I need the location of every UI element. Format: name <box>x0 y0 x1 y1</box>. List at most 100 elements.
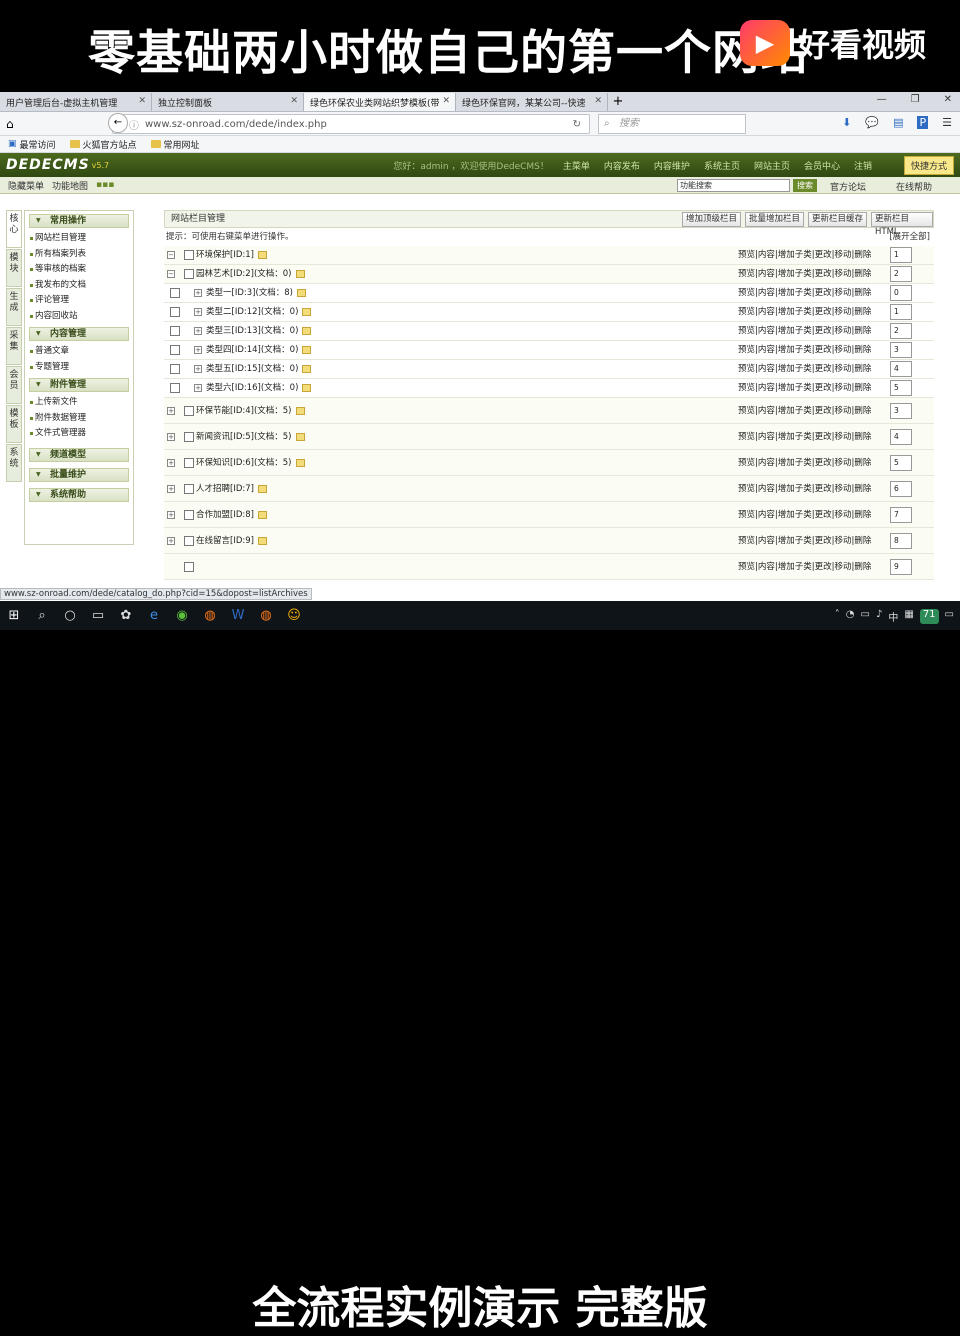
vtab-member[interactable]: 会员 <box>6 366 22 404</box>
add-top-category-button[interactable]: 增加顶级栏目 <box>682 212 742 227</box>
sidebar-item-upload[interactable]: 上传新文件 <box>25 395 133 411</box>
notification-icon[interactable]: ▭ <box>945 609 954 624</box>
function-search-input[interactable]: 功能搜索 <box>677 179 790 192</box>
home-icon[interactable]: ⌂ <box>6 117 14 131</box>
ime-indicator[interactable]: 中 <box>888 609 898 624</box>
back-icon[interactable]: ← <box>108 113 128 133</box>
edit-icon[interactable] <box>297 288 306 297</box>
sort-order-input[interactable]: 3 <box>890 402 912 419</box>
table-row[interactable]: + 类型三[ID:13](文档：0) 预览|内容|增加子类|更改|移动|删除 2 <box>164 322 934 341</box>
maximize-icon[interactable]: ❐ <box>911 94 920 105</box>
quick-menu-button[interactable]: 快捷方式 <box>903 156 954 175</box>
cortana-icon[interactable]: ○ <box>56 602 84 630</box>
sort-order-input[interactable]: 8 <box>890 532 912 549</box>
row-actions[interactable]: 预览|内容|增加子类|更改|移动|删除 <box>738 528 871 554</box>
task-view-icon[interactable]: ▭ <box>84 602 112 630</box>
sort-order-input[interactable]: 4 <box>890 428 912 445</box>
edit-icon[interactable] <box>302 345 312 354</box>
menu-maintain[interactable]: 内容维护 <box>654 159 690 172</box>
vtab-generate[interactable]: 生成 <box>6 288 22 326</box>
app-icon[interactable]: ☺ <box>280 602 308 630</box>
chat-icon[interactable]: 💬 <box>865 116 879 129</box>
menu-site-home[interactable]: 网站主页 <box>754 159 790 172</box>
row-actions[interactable]: 预览|内容|增加子类|更改|移动|删除 <box>738 284 871 303</box>
row-checkbox[interactable] <box>170 326 180 336</box>
expand-toggle-icon[interactable]: + <box>194 346 202 354</box>
edit-icon[interactable] <box>295 406 305 415</box>
menu-system-home[interactable]: 系统主页 <box>704 159 740 172</box>
sort-order-input[interactable]: 3 <box>890 342 912 358</box>
edit-icon[interactable] <box>257 510 267 519</box>
category-label[interactable]: 人才招聘[ID:7] <box>196 476 267 502</box>
expand-toggle-icon[interactable]: + <box>167 432 175 441</box>
table-row[interactable]: + 合作加盟[ID:8] 预览|内容|增加子类|更改|移动|删除 7 <box>164 502 934 528</box>
edit-icon[interactable] <box>302 364 312 373</box>
vtab-system[interactable]: 系统 <box>6 444 22 482</box>
new-tab-button[interactable]: + <box>608 93 628 111</box>
table-row[interactable]: + 环保知识[ID:6](文档：5) 预览|内容|增加子类|更改|移动|删除 5 <box>164 450 934 476</box>
expand-toggle-icon[interactable]: + <box>167 510 175 519</box>
help-link[interactable]: 在线帮助 <box>896 180 932 193</box>
word-icon[interactable]: W <box>224 602 252 630</box>
bookmark-item[interactable]: ▣ 最常访问 <box>8 138 56 151</box>
row-checkbox[interactable] <box>184 431 194 442</box>
row-checkbox[interactable] <box>184 561 194 572</box>
sidebar-item-category[interactable]: 网站栏目管理 <box>25 231 133 247</box>
battery-icon[interactable]: ▭ <box>861 609 870 624</box>
expand-toggle-icon[interactable]: + <box>194 308 202 316</box>
close-icon[interactable]: ✕ <box>138 96 146 106</box>
row-actions[interactable]: 预览|内容|增加子类|更改|移动|删除 <box>738 554 871 580</box>
edit-icon[interactable] <box>257 250 267 259</box>
edit-icon[interactable] <box>295 269 305 278</box>
sort-order-input[interactable]: 5 <box>890 454 912 471</box>
firefox-icon[interactable]: ◍ <box>196 602 224 630</box>
edit-icon[interactable] <box>302 383 312 392</box>
sort-order-input[interactable]: 7 <box>890 506 912 523</box>
expand-toggle-icon[interactable]: + <box>194 365 202 373</box>
category-label[interactable]: 环保节能[ID:4](文档：5) <box>196 398 305 424</box>
edit-icon[interactable] <box>257 536 267 545</box>
expand-toggle-icon[interactable]: + <box>167 484 175 493</box>
url-bar[interactable]: ⓘ www.sz-onroad.com/dede/index.php ↻ <box>112 114 590 134</box>
sidebar-item-articles[interactable]: 普通文章 <box>25 344 133 360</box>
row-actions[interactable]: 预览|内容|增加子类|更改|移动|删除 <box>738 476 871 502</box>
bookmark-item[interactable]: 常用网址 <box>150 138 200 151</box>
sidebar-group-channel[interactable]: 频道模型 <box>29 447 129 462</box>
minimize-icon[interactable]: — <box>877 94 887 105</box>
sidebar-item-all-archives[interactable]: 所有档案列表 <box>25 247 133 263</box>
edit-icon[interactable] <box>295 432 305 441</box>
row-actions[interactable]: 预览|内容|增加子类|更改|移动|删除 <box>738 360 871 379</box>
category-label[interactable]: 类型二[ID:12](文档：0) <box>206 303 312 322</box>
expand-toggle-icon[interactable]: + <box>194 289 202 297</box>
sort-order-input[interactable]: 0 <box>890 285 912 301</box>
expand-toggle-icon[interactable]: + <box>194 384 202 392</box>
sort-order-input[interactable]: 4 <box>890 361 912 377</box>
table-row[interactable]: − 园林艺术[ID:2](文档：0) 预览|内容|增加子类|更改|移动|删除 2 <box>164 265 934 284</box>
batch-add-category-button[interactable]: 批量增加栏目 <box>745 212 805 227</box>
row-actions[interactable]: 预览|内容|增加子类|更改|移动|删除 <box>738 303 871 322</box>
expand-toggle-icon[interactable]: + <box>167 406 175 415</box>
edit-icon[interactable] <box>295 458 305 467</box>
sidebar-item-attach-data[interactable]: 附件数据管理 <box>25 411 133 427</box>
vtab-template[interactable]: 模板 <box>6 405 22 443</box>
sort-order-input[interactable]: 2 <box>890 266 912 282</box>
row-checkbox[interactable] <box>170 383 180 393</box>
menu-icon[interactable]: ☰ <box>942 116 952 129</box>
sidebar-group-batch[interactable]: 批量维护 <box>29 467 129 482</box>
volume-icon[interactable]: ♪ <box>876 609 882 624</box>
reload-icon[interactable]: ↻ <box>573 119 581 130</box>
sidebar-item-my-docs[interactable]: 我发布的文档 <box>25 278 133 294</box>
expand-toggle-icon[interactable]: + <box>194 327 202 335</box>
expand-toggle-icon[interactable]: − <box>167 270 175 278</box>
row-checkbox[interactable] <box>184 509 194 520</box>
sort-order-input[interactable]: 9 <box>890 558 912 575</box>
edit-icon[interactable] <box>302 326 312 335</box>
category-label[interactable]: 环境保护[ID:1] <box>196 246 267 265</box>
sidebar-group-attachments[interactable]: 附件管理 <box>29 378 129 392</box>
category-label[interactable]: 类型三[ID:13](文档：0) <box>206 322 312 341</box>
menu-logout[interactable]: 注销 <box>854 159 872 172</box>
row-checkbox[interactable] <box>184 535 194 546</box>
sidebar-item-comments[interactable]: 评论管理 <box>25 293 133 309</box>
table-row[interactable]: + 人才招聘[ID:7] 预览|内容|增加子类|更改|移动|删除 6 <box>164 476 934 502</box>
row-actions[interactable]: 预览|内容|增加子类|更改|移动|删除 <box>738 424 871 450</box>
